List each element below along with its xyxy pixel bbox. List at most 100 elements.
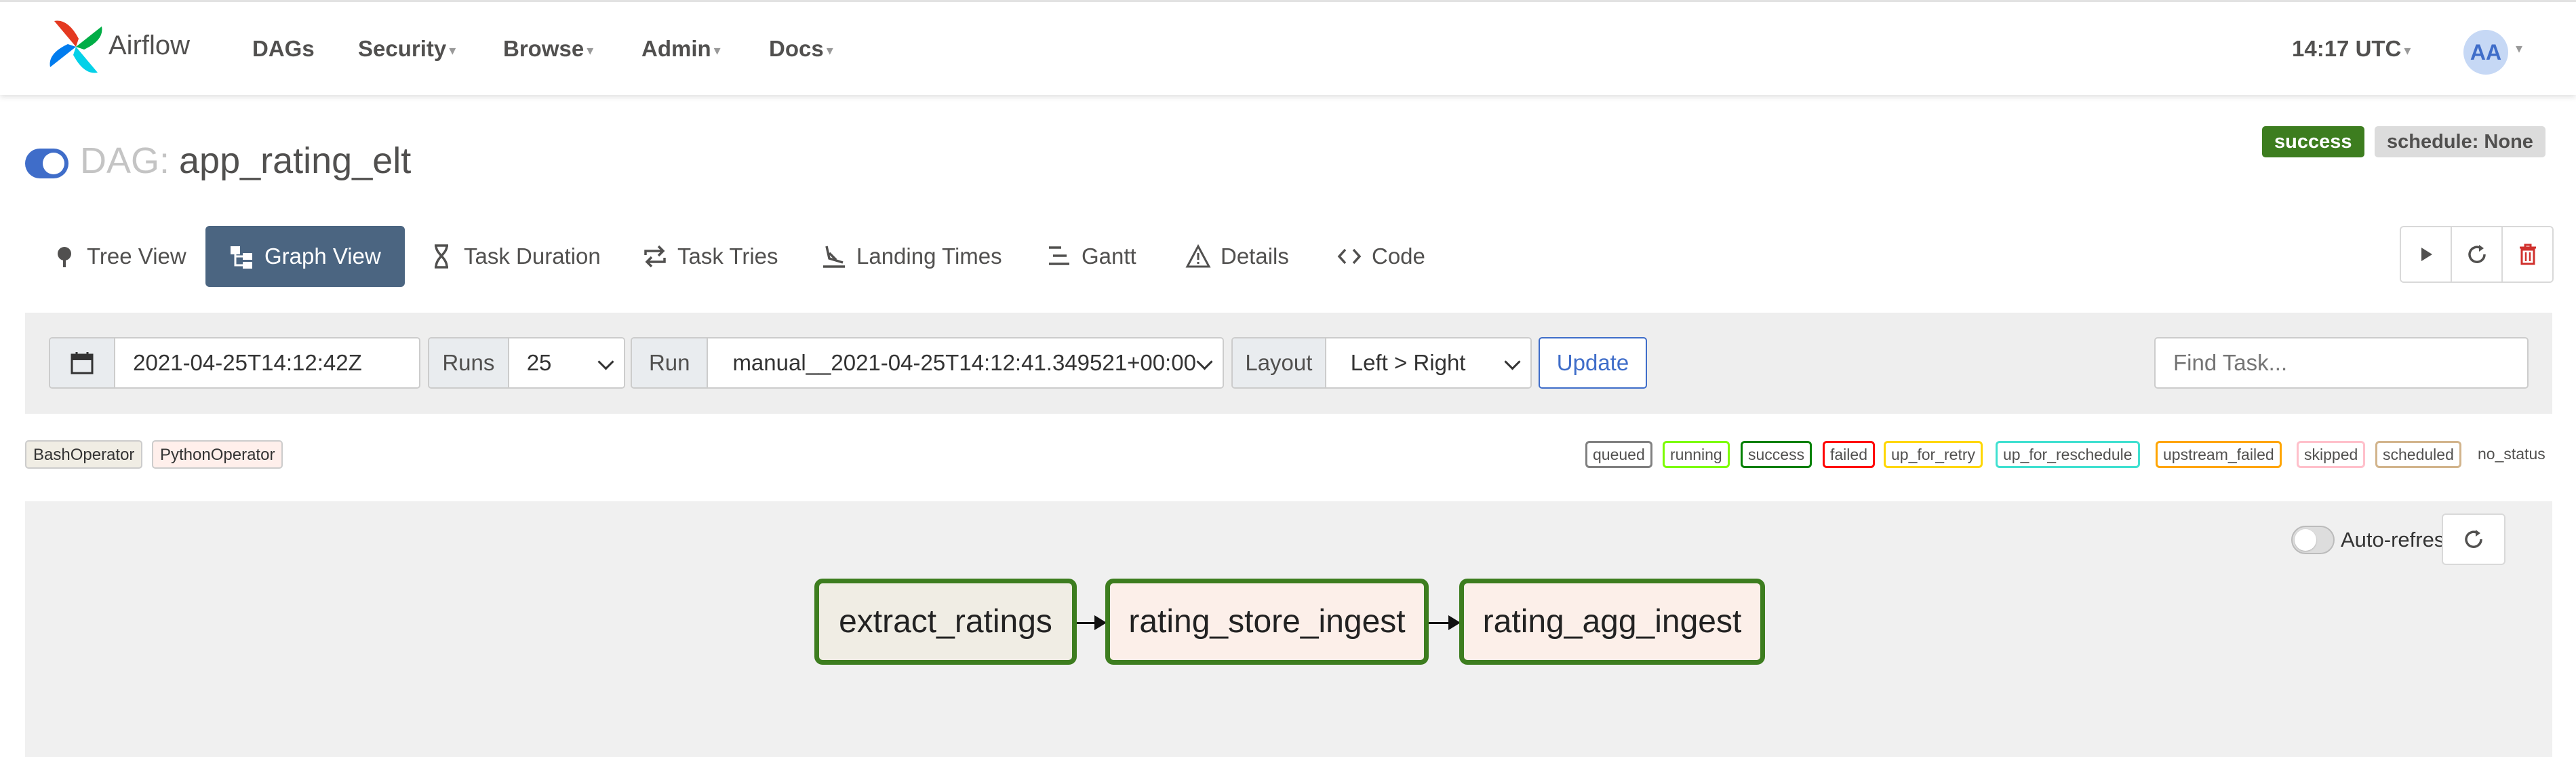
tab-graph-view[interactable]: Graph View: [205, 226, 405, 287]
tab-code[interactable]: Code: [1336, 226, 1425, 287]
chevron-down-icon: ▾: [713, 43, 721, 58]
legend-state-no-status: no_status: [2478, 445, 2545, 463]
trigger-dag-button[interactable]: [2401, 227, 2452, 282]
tree-icon: [58, 247, 71, 267]
legend-bash-operator: BashOperator: [25, 440, 143, 469]
task-node[interactable]: rating_store_ingest: [1105, 579, 1429, 665]
code-icon: [1337, 248, 1362, 265]
nav-browse-label: Browse: [503, 36, 584, 61]
tab-graph-view-label: Graph View: [264, 244, 381, 269]
gantt-icon: [1049, 246, 1069, 265]
nav-admin[interactable]: Admin ▾: [641, 36, 721, 62]
runs-group: Runs 25: [428, 337, 625, 389]
task-node[interactable]: rating_agg_ingest: [1459, 579, 1765, 665]
graph-icon: [231, 246, 252, 269]
run-label: Run: [632, 338, 709, 387]
tab-details[interactable]: Details: [1185, 226, 1289, 287]
layout-label: Layout: [1233, 338, 1326, 387]
tab-tree-view-label: Tree View: [87, 244, 186, 269]
task-node[interactable]: extract_ratings: [814, 579, 1077, 665]
user-avatar[interactable]: AA: [2463, 30, 2508, 75]
runs-label: Runs: [429, 338, 509, 387]
nav-security[interactable]: Security ▾: [358, 36, 456, 62]
brand-name[interactable]: Airflow: [108, 31, 190, 61]
tab-task-tries-label: Task Tries: [677, 244, 778, 269]
tab-landing-times-label: Landing Times: [856, 244, 1002, 269]
nav-admin-label: Admin: [641, 36, 711, 61]
tab-gantt-label: Gantt: [1082, 244, 1136, 269]
graph-filter-bar: 2021-04-25T14:12:42Z Runs 25 Run manual_…: [25, 313, 2552, 414]
update-button[interactable]: Update: [1539, 337, 1647, 389]
task-node-label: rating_store_ingest: [1128, 604, 1406, 640]
refresh-icon: [2468, 245, 2486, 263]
repeat-icon: [644, 245, 666, 268]
legend-state-up-for-reschedule: up_for_reschedule: [1996, 441, 2140, 468]
layout-select-value: Left > Right: [1350, 350, 1466, 375]
run-select[interactable]: manual__2021-04-25T14:12:41.349521+00:00: [708, 338, 1223, 387]
calendar-button[interactable]: [50, 338, 116, 387]
base-date-input[interactable]: 2021-04-25T14:12:42Z: [115, 338, 419, 387]
layout-select[interactable]: Left > Right: [1326, 338, 1530, 387]
tab-task-duration[interactable]: Task Duration: [429, 226, 601, 287]
top-navbar: Airflow DAGs Security ▾ Browse ▾ Admin ▾ Do…: [0, 0, 2576, 95]
run-group: Run manual__2021-04-25T14:12:41.349521+0…: [631, 337, 1224, 389]
tab-gantt[interactable]: Gantt: [1046, 226, 1136, 287]
chevron-down-icon: ▾: [826, 43, 833, 58]
legend-state-running: running: [1663, 441, 1730, 468]
auto-refresh-toggle[interactable]: [2291, 526, 2335, 554]
refresh-icon: [2465, 530, 2482, 548]
runs-select[interactable]: 25: [509, 338, 624, 387]
find-task-input[interactable]: [2154, 337, 2529, 389]
tab-tree-view[interactable]: Tree View: [52, 226, 186, 287]
utc-clock[interactable]: 14:17 UTC ▾: [2292, 36, 2411, 62]
legend-state-failed: failed: [1823, 441, 1875, 468]
dag-action-buttons: [2400, 226, 2554, 283]
dag-title: app_rating_elt: [179, 140, 412, 181]
dag-pause-toggle[interactable]: [25, 149, 68, 178]
refresh-dag-button[interactable]: [2452, 227, 2503, 282]
landing-icon: [823, 246, 845, 268]
chevron-down-icon: ▾: [2404, 43, 2411, 58]
legend-state-up-for-retry: up_for_retry: [1884, 441, 1983, 468]
schedule-badge: schedule: None: [2375, 126, 2545, 157]
nav-dags-label: DAGs: [252, 36, 315, 61]
legend-state-scheduled: scheduled: [2375, 441, 2461, 468]
task-node-label: rating_agg_ingest: [1482, 604, 1742, 640]
warning-triangle-icon: [1185, 244, 1211, 268]
legend-python-operator: PythonOperator: [152, 440, 283, 469]
chevron-down-icon: [1504, 353, 1521, 370]
graph-refresh-button[interactable]: [2442, 513, 2505, 565]
auto-refresh-label: Auto-refresh: [2341, 528, 2457, 551]
clock-label: 14:17 UTC: [2292, 36, 2402, 61]
calendar-icon: [71, 352, 94, 374]
nav-browse[interactable]: Browse ▾: [503, 36, 593, 62]
legend-state-skipped: skipped: [2297, 441, 2366, 468]
nav-docs[interactable]: Docs ▾: [769, 36, 833, 62]
tab-details-label: Details: [1221, 244, 1289, 269]
chevron-down-icon: [597, 353, 614, 370]
legend-state-success: success: [1741, 441, 1812, 468]
delete-dag-button[interactable]: [2503, 227, 2552, 282]
dag-prefix: DAG:: [80, 140, 170, 181]
base-date-group: 2021-04-25T14:12:42Z: [49, 337, 420, 389]
chevron-down-icon: ▾: [449, 43, 456, 58]
tab-landing-times[interactable]: Landing Times: [821, 226, 1002, 287]
runs-select-value: 25: [526, 350, 552, 375]
task-node-label: extract_ratings: [839, 604, 1052, 640]
legend-state-upstream-failed: upstream_failed: [2156, 441, 2282, 468]
trash-icon: [2519, 244, 2536, 265]
layout-group: Layout Left > Right: [1231, 337, 1532, 389]
play-icon: [2421, 248, 2432, 261]
airflow-logo-icon[interactable]: [47, 18, 104, 75]
run-select-value: manual__2021-04-25T14:12:41.349521+00:00: [732, 350, 1196, 375]
nav-security-label: Security: [358, 36, 447, 61]
nav-dags[interactable]: DAGs: [252, 36, 315, 62]
chevron-down-icon[interactable]: ▾: [2516, 40, 2522, 57]
legend-state-queued: queued: [1585, 441, 1652, 468]
hourglass-icon: [435, 244, 448, 269]
tab-task-tries[interactable]: Task Tries: [642, 226, 778, 287]
tab-code-label: Code: [1372, 244, 1425, 269]
dag-status-badge: success: [2262, 126, 2364, 157]
chevron-down-icon: ▾: [587, 43, 594, 58]
tab-task-duration-label: Task Duration: [464, 244, 601, 269]
